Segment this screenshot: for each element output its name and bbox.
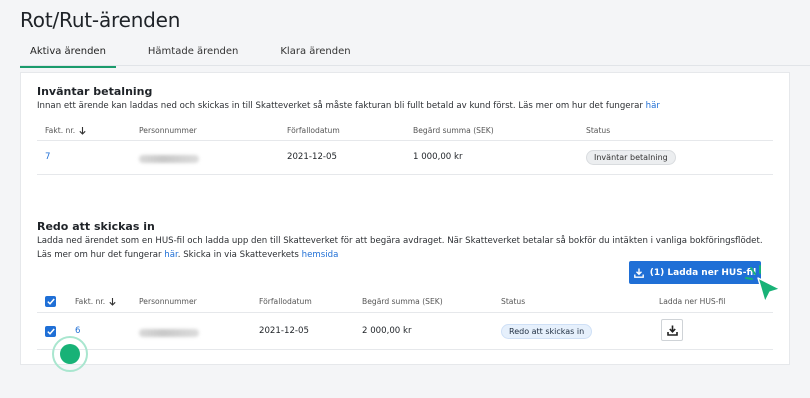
requested-amount: 1 000,00 kr bbox=[413, 152, 463, 162]
download-icon bbox=[666, 325, 678, 336]
col-status-header: Status bbox=[586, 126, 611, 135]
status-badge: Inväntar betalning bbox=[586, 150, 676, 165]
invoice-number-link[interactable]: 7 bbox=[45, 152, 50, 162]
col-invoice-label: Fakt. nr. bbox=[75, 297, 106, 306]
personnummer-redacted bbox=[139, 155, 199, 163]
click-indicator bbox=[52, 336, 88, 372]
ready-section-title: Redo att skickas in bbox=[37, 220, 155, 233]
check-icon bbox=[46, 328, 55, 335]
pointer-cursor-icon bbox=[745, 265, 781, 303]
select-all-checkbox[interactable] bbox=[45, 296, 56, 307]
awaiting-section-title: Inväntar betalning bbox=[37, 85, 153, 98]
requested-amount: 2 000,00 kr bbox=[362, 326, 412, 336]
invoice-number-link[interactable]: 6 bbox=[75, 326, 80, 336]
row-checkbox[interactable] bbox=[45, 326, 56, 337]
row-download-button[interactable] bbox=[661, 319, 683, 341]
ready-desc-text-2: . Skicka in via Skatteverkets bbox=[177, 250, 302, 260]
cases-card: Inväntar betalning Innan ett ärende kan … bbox=[20, 72, 790, 365]
tab-bar: Aktiva ärenden Hämtade ärenden Klara äre… bbox=[20, 40, 383, 68]
ready-read-more-link[interactable]: här bbox=[164, 250, 177, 260]
col-status-header: Status bbox=[501, 297, 526, 306]
tab-aktiva-arenden[interactable]: Aktiva ärenden bbox=[20, 40, 116, 68]
arrow-down-icon bbox=[79, 126, 86, 135]
due-date: 2021-12-05 bbox=[287, 152, 337, 162]
table-divider bbox=[37, 174, 773, 175]
col-due-header: Förfallodatum bbox=[287, 126, 340, 135]
ready-description: Ladda ned ärendet som en HUS-fil och lad… bbox=[37, 234, 777, 262]
col-amount-header: Begärd summa (SEK) bbox=[413, 126, 494, 135]
awaiting-desc-text: Innan ett ärende kan laddas ned och skic… bbox=[37, 101, 646, 111]
table-divider bbox=[37, 140, 773, 141]
tab-klara-arenden[interactable]: Klara ärenden bbox=[270, 40, 360, 68]
col-invoice-header[interactable]: Fakt. nr. bbox=[45, 126, 86, 135]
table-divider bbox=[37, 312, 773, 313]
ready-desc-text: Ladda ned ärendet som en HUS-fil och lad… bbox=[37, 236, 763, 260]
download-icon bbox=[633, 268, 644, 278]
tabs-divider bbox=[20, 65, 810, 66]
page-title: Rot/Rut-ärenden bbox=[20, 8, 181, 32]
skatteverket-website-link[interactable]: hemsida bbox=[302, 250, 339, 260]
awaiting-read-more-link[interactable]: här bbox=[646, 101, 660, 111]
download-hus-file-button[interactable]: (1) Ladda ner HUS-fil bbox=[629, 261, 761, 284]
col-personnummer-header: Personnummer bbox=[139, 297, 197, 306]
due-date: 2021-12-05 bbox=[259, 326, 309, 336]
download-hus-file-label: (1) Ladda ner HUS-fil bbox=[649, 267, 757, 278]
col-due-header: Förfallodatum bbox=[259, 297, 312, 306]
awaiting-description: Innan ett ärende kan laddas ned och skic… bbox=[37, 99, 777, 113]
click-indicator-dot bbox=[60, 344, 80, 364]
col-download-header: Ladda ner HUS-fil bbox=[659, 297, 726, 306]
col-personnummer-header: Personnummer bbox=[139, 126, 197, 135]
check-icon bbox=[46, 298, 55, 305]
col-amount-header: Begärd summa (SEK) bbox=[362, 297, 443, 306]
arrow-down-icon bbox=[109, 297, 116, 306]
tab-hamtade-arenden[interactable]: Hämtade ärenden bbox=[138, 40, 248, 68]
personnummer-redacted bbox=[139, 329, 199, 337]
status-badge: Redo att skickas in bbox=[501, 324, 593, 339]
col-invoice-header[interactable]: Fakt. nr. bbox=[75, 297, 116, 306]
col-invoice-label: Fakt. nr. bbox=[45, 126, 76, 135]
table-divider bbox=[37, 349, 773, 350]
